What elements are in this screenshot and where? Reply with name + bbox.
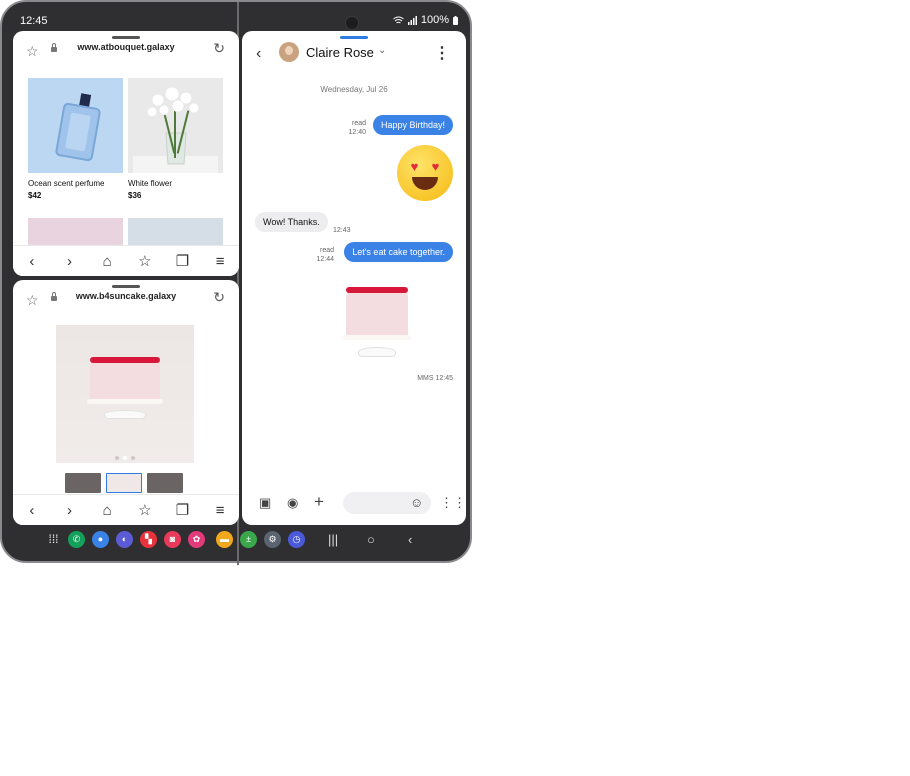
tabs-icon[interactable]: ❐: [172, 252, 192, 270]
bixby-icon[interactable]: ✿: [188, 531, 205, 548]
product-price: $36: [128, 191, 142, 200]
incoming-message[interactable]: Wow! Thanks.: [255, 212, 328, 232]
camera-app-icon[interactable]: ◙: [164, 531, 181, 548]
thumbnail[interactable]: [65, 473, 101, 493]
bookmark-icon[interactable]: ☆: [135, 252, 155, 270]
cake-illustration: [87, 357, 163, 419]
image-pager-dots[interactable]: [56, 447, 194, 465]
message-meta: 12:43: [333, 227, 351, 234]
browser-toolbar: ‹ › ⌂ ☆ ❐ ≡: [13, 494, 239, 525]
reload-icon[interactable]: ↻: [213, 40, 225, 57]
front-camera: [345, 16, 359, 30]
browser-window-top: ☆ www.atbouquet.galaxy ↻ Ocean scent per…: [13, 31, 239, 276]
messages-icon[interactable]: ●: [92, 531, 109, 548]
forward-icon[interactable]: ›: [59, 502, 79, 519]
settings-icon[interactable]: ⚙: [264, 531, 281, 548]
home-icon[interactable]: ⌂: [97, 502, 117, 519]
phone-icon[interactable]: ✆: [68, 531, 85, 548]
avatar[interactable]: [279, 42, 299, 62]
internet-icon[interactable]: ◐: [116, 531, 133, 548]
mms-meta: MMS 12:45: [417, 375, 453, 382]
perfume-image: [28, 78, 123, 173]
voice-icon[interactable]: ⋮⋮: [440, 495, 466, 511]
white-flower-image: [128, 78, 223, 173]
add-icon[interactable]: +: [314, 492, 324, 512]
camera-icon[interactable]: ◉: [287, 495, 298, 511]
tabs-icon[interactable]: ❐: [172, 501, 192, 519]
product-image-partial[interactable]: [28, 218, 123, 246]
thumbnail-selected[interactable]: [106, 473, 142, 493]
browser-toolbar: ‹ › ⌂ ☆ ❐ ≡: [13, 245, 239, 276]
date-divider: Wednesday, Jul 26: [320, 85, 388, 94]
status-icons: 100%: [393, 14, 458, 26]
mms-cake-image[interactable]: [343, 287, 411, 357]
battery-icon: [453, 15, 458, 25]
cake-product-image[interactable]: [56, 325, 194, 463]
contact-name[interactable]: Claire Rose: [306, 45, 374, 60]
outgoing-message[interactable]: Happy Birthday!: [372, 115, 453, 135]
flipboard-icon[interactable]: ▚: [140, 531, 157, 548]
address-bar[interactable]: ☆ www.b4suncake.galaxy ↻: [13, 286, 239, 312]
url-text[interactable]: www.atbouquet.galaxy: [13, 42, 239, 52]
messages-window: ‹ Claire Rose ⌄ ⋮ Wednesday, Jul 26 read…: [242, 31, 466, 525]
menu-icon[interactable]: ≡: [210, 502, 230, 519]
address-bar[interactable]: ☆ www.atbouquet.galaxy ↻: [13, 37, 239, 63]
clock-icon[interactable]: ◷: [288, 531, 305, 548]
recents-nav-icon[interactable]: |||: [328, 532, 338, 547]
product-card[interactable]: Ocean scent perfume $42: [28, 78, 123, 200]
home-nav-icon[interactable]: ○: [367, 532, 375, 547]
signal-icon: [407, 15, 417, 25]
back-arrow-icon[interactable]: ‹: [256, 45, 261, 63]
reload-icon[interactable]: ↻: [213, 289, 225, 306]
files-icon[interactable]: ▬: [216, 531, 233, 548]
product-card[interactable]: White flower $36: [128, 78, 223, 200]
wifi-icon: [393, 16, 404, 23]
gallery-icon[interactable]: ▣: [259, 495, 271, 511]
emoji-icon[interactable]: ☺: [410, 495, 423, 510]
conversation-header: ‹ Claire Rose ⌄ ⋮: [242, 41, 466, 71]
home-icon[interactable]: ⌂: [97, 253, 117, 270]
message-composer: ▣ ◉ + ☺ ⋮⋮: [242, 489, 466, 517]
status-bar: 12:45 100%: [2, 12, 474, 30]
calculator-icon[interactable]: ±: [240, 531, 257, 548]
apps-grid-icon[interactable]: ⁞⁞⁞: [45, 531, 62, 548]
url-text[interactable]: www.b4suncake.galaxy: [13, 291, 239, 301]
back-nav-icon[interactable]: ‹: [408, 532, 412, 547]
battery-percent: 100%: [420, 14, 449, 26]
message-meta: read 12:40: [348, 120, 366, 136]
taskbar: ⁞⁞⁞ ✆ ● ◐ ▚ ◙ ✿ ▬ ± ⚙ ◷ ||| ○ ‹: [2, 529, 474, 553]
forward-icon[interactable]: ›: [59, 253, 79, 270]
product-name: White flower: [128, 179, 173, 188]
bookmark-icon[interactable]: ☆: [135, 501, 155, 519]
product-price: $42: [28, 191, 42, 200]
status-time: 12:45: [20, 15, 48, 27]
message-meta: read 12:44: [316, 247, 334, 263]
heart-eyes-emoji-icon[interactable]: ♥ ♥: [397, 145, 453, 201]
chevron-down-icon[interactable]: ⌄: [378, 45, 386, 56]
menu-icon[interactable]: ≡: [210, 253, 230, 270]
image-thumbnails: [65, 473, 183, 493]
back-icon[interactable]: ‹: [22, 253, 42, 270]
browser-window-bottom: ☆ www.b4suncake.galaxy ↻ ‹ › ⌂ ☆ ❐ ≡: [13, 280, 239, 525]
back-icon[interactable]: ‹: [22, 502, 42, 519]
foldable-phone: 12:45 100% ☆ www.atbouquet.galaxy ↻ Ocea…: [0, 0, 474, 565]
window-handle[interactable]: [340, 36, 368, 39]
product-name: Ocean scent perfume: [28, 179, 105, 188]
thumbnail[interactable]: [147, 473, 183, 493]
outgoing-message[interactable]: Let's eat cake together.: [344, 242, 453, 262]
product-image-partial[interactable]: [128, 218, 223, 246]
more-options-icon[interactable]: ⋮: [434, 43, 450, 63]
